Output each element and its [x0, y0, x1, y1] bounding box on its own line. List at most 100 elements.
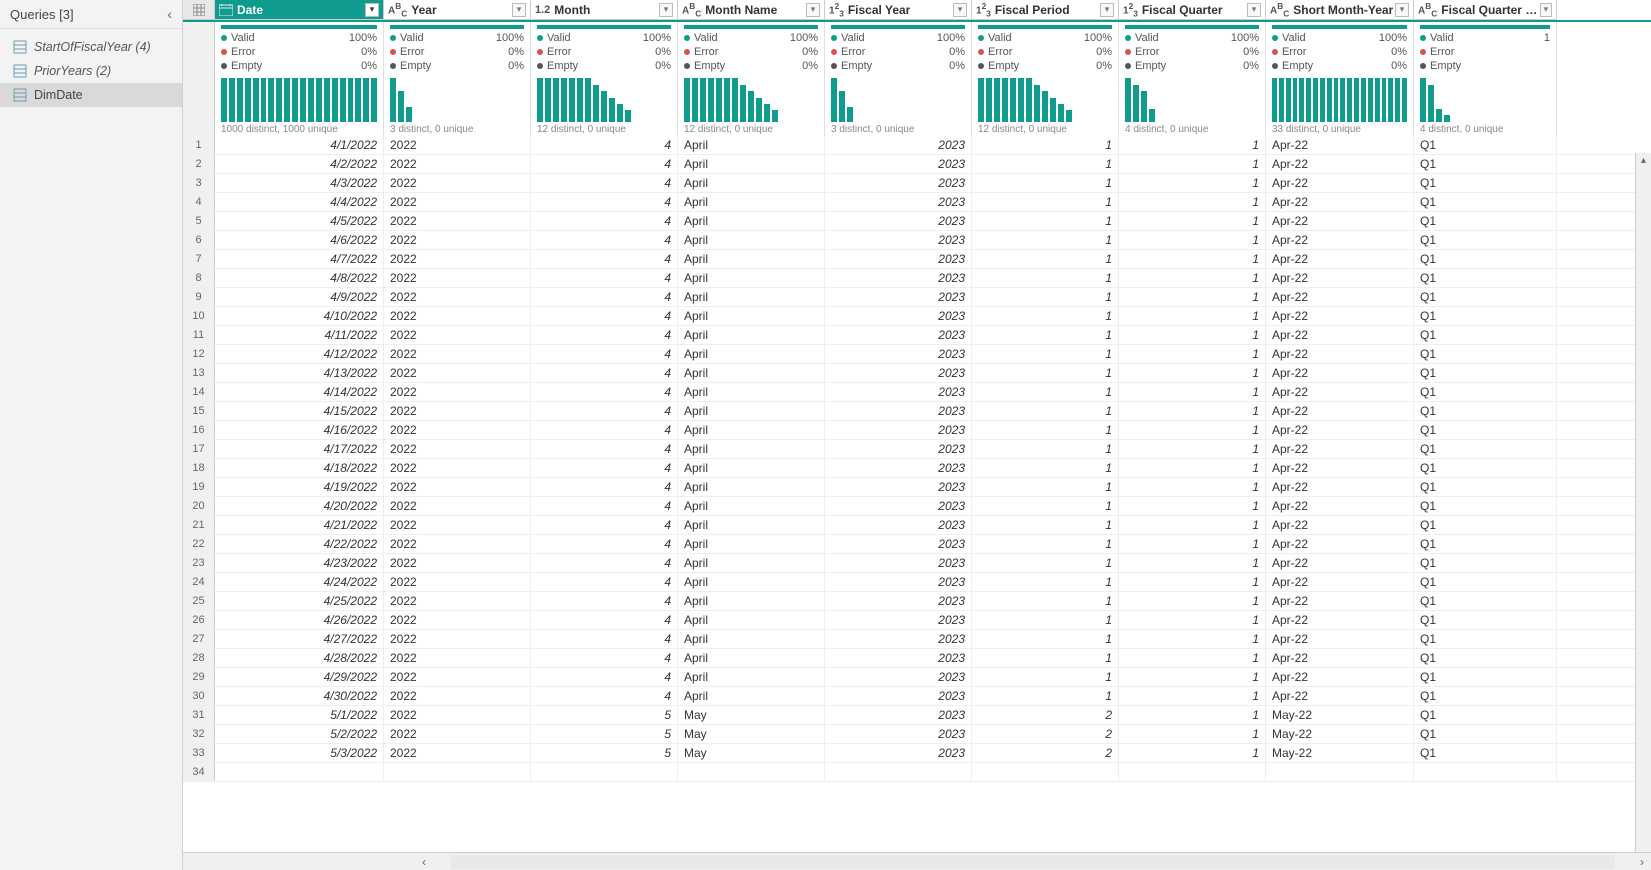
cell[interactable]: 4/8/2022: [215, 269, 384, 287]
cell[interactable]: 4/24/2022: [215, 573, 384, 591]
cell[interactable]: Q1: [1414, 554, 1557, 572]
cell[interactable]: [1266, 763, 1414, 781]
column-header-fiscal-year[interactable]: 123Fiscal Year▾: [825, 0, 972, 20]
cell[interactable]: Q1: [1414, 649, 1557, 667]
cell[interactable]: 1: [1119, 592, 1266, 610]
cell[interactable]: [384, 763, 531, 781]
cell[interactable]: 2023: [825, 345, 972, 363]
cell[interactable]: April: [678, 326, 825, 344]
table-row[interactable]: 184/18/202220224April202311Apr-22Q1: [183, 459, 1651, 478]
cell[interactable]: 4: [531, 250, 678, 268]
sidebar-item-0[interactable]: StartOfFiscalYear (4): [0, 35, 182, 59]
cell[interactable]: 4: [531, 288, 678, 306]
cell[interactable]: 2022: [384, 136, 531, 154]
cell[interactable]: 2023: [825, 174, 972, 192]
cell[interactable]: 1: [972, 250, 1119, 268]
cell[interactable]: 1: [972, 478, 1119, 496]
cell[interactable]: 4/11/2022: [215, 326, 384, 344]
scroll-up-icon[interactable]: ▴: [1636, 153, 1651, 169]
cell[interactable]: 2022: [384, 649, 531, 667]
cell[interactable]: 4: [531, 402, 678, 420]
cell[interactable]: 2022: [384, 307, 531, 325]
table-row[interactable]: 214/21/202220224April202311Apr-22Q1: [183, 516, 1651, 535]
cell[interactable]: 2022: [384, 402, 531, 420]
cell[interactable]: 1: [972, 440, 1119, 458]
cell[interactable]: 2023: [825, 250, 972, 268]
cell[interactable]: April: [678, 212, 825, 230]
select-all-corner[interactable]: [183, 0, 215, 20]
cell[interactable]: [825, 763, 972, 781]
cell[interactable]: 4: [531, 535, 678, 553]
cell[interactable]: 2023: [825, 573, 972, 591]
type-icon[interactable]: ABC: [1418, 1, 1437, 18]
row-number[interactable]: 25: [183, 592, 215, 610]
cell[interactable]: 4/29/2022: [215, 668, 384, 686]
cell[interactable]: Apr-22: [1266, 326, 1414, 344]
column-header-month[interactable]: 1.2Month▾: [531, 0, 678, 20]
cell[interactable]: 2022: [384, 421, 531, 439]
cell[interactable]: 2022: [384, 364, 531, 382]
table-row[interactable]: 114/11/202220224April202311Apr-22Q1: [183, 326, 1651, 345]
table-row[interactable]: 164/16/202220224April202311Apr-22Q1: [183, 421, 1651, 440]
type-icon[interactable]: ABC: [1270, 1, 1289, 18]
cell[interactable]: Q1: [1414, 630, 1557, 648]
row-number[interactable]: 5: [183, 212, 215, 230]
cell[interactable]: April: [678, 364, 825, 382]
cell[interactable]: Apr-22: [1266, 364, 1414, 382]
row-number[interactable]: 26: [183, 611, 215, 629]
hscroll-track[interactable]: [451, 855, 1615, 869]
cell[interactable]: Q1: [1414, 573, 1557, 591]
table-row[interactable]: 335/3/202220225May202321May-22Q1: [183, 744, 1651, 763]
cell[interactable]: 4/30/2022: [215, 687, 384, 705]
scroll-left-icon[interactable]: ‹: [415, 855, 433, 869]
table-row[interactable]: 244/24/202220224April202311Apr-22Q1: [183, 573, 1651, 592]
cell[interactable]: Apr-22: [1266, 231, 1414, 249]
cell[interactable]: 2023: [825, 687, 972, 705]
type-icon[interactable]: ABC: [682, 1, 701, 18]
cell[interactable]: 1: [972, 402, 1119, 420]
cell[interactable]: 4: [531, 326, 678, 344]
cell[interactable]: Apr-22: [1266, 402, 1414, 420]
cell[interactable]: 2023: [825, 725, 972, 743]
cell[interactable]: [531, 763, 678, 781]
cell[interactable]: 4: [531, 364, 678, 382]
table-row[interactable]: 284/28/202220224April202311Apr-22Q1: [183, 649, 1651, 668]
cell[interactable]: 1: [972, 383, 1119, 401]
cell[interactable]: Q1: [1414, 706, 1557, 724]
type-icon[interactable]: 123: [829, 1, 844, 18]
cell[interactable]: [678, 763, 825, 781]
cell[interactable]: Q1: [1414, 478, 1557, 496]
cell[interactable]: 2: [972, 744, 1119, 762]
cell[interactable]: Apr-22: [1266, 250, 1414, 268]
cell[interactable]: 2023: [825, 478, 972, 496]
cell[interactable]: 1: [972, 630, 1119, 648]
cell[interactable]: 1: [1119, 193, 1266, 211]
cell[interactable]: 1: [972, 231, 1119, 249]
type-icon[interactable]: 123: [976, 1, 991, 18]
row-number[interactable]: 27: [183, 630, 215, 648]
cell[interactable]: 4/9/2022: [215, 288, 384, 306]
cell[interactable]: Q1: [1414, 383, 1557, 401]
cell[interactable]: 1: [972, 193, 1119, 211]
cell[interactable]: 4/25/2022: [215, 592, 384, 610]
cell[interactable]: Apr-22: [1266, 649, 1414, 667]
cell[interactable]: 2022: [384, 288, 531, 306]
type-icon[interactable]: [219, 4, 233, 16]
cell[interactable]: April: [678, 611, 825, 629]
cell[interactable]: 1: [1119, 212, 1266, 230]
row-number[interactable]: 32: [183, 725, 215, 743]
cell[interactable]: 4: [531, 497, 678, 515]
cell[interactable]: 1: [972, 611, 1119, 629]
row-number[interactable]: 10: [183, 307, 215, 325]
cell[interactable]: Q1: [1414, 402, 1557, 420]
cell[interactable]: Q1: [1414, 250, 1557, 268]
cell[interactable]: April: [678, 269, 825, 287]
cell[interactable]: 5: [531, 744, 678, 762]
table-row[interactable]: 134/13/202220224April202311Apr-22Q1: [183, 364, 1651, 383]
row-number[interactable]: 23: [183, 554, 215, 572]
table-row[interactable]: 44/4/202220224April202311Apr-22Q1: [183, 193, 1651, 212]
cell[interactable]: 2023: [825, 554, 972, 572]
column-dropdown-icon[interactable]: ▾: [953, 3, 967, 17]
cell[interactable]: April: [678, 383, 825, 401]
cell[interactable]: Q1: [1414, 744, 1557, 762]
